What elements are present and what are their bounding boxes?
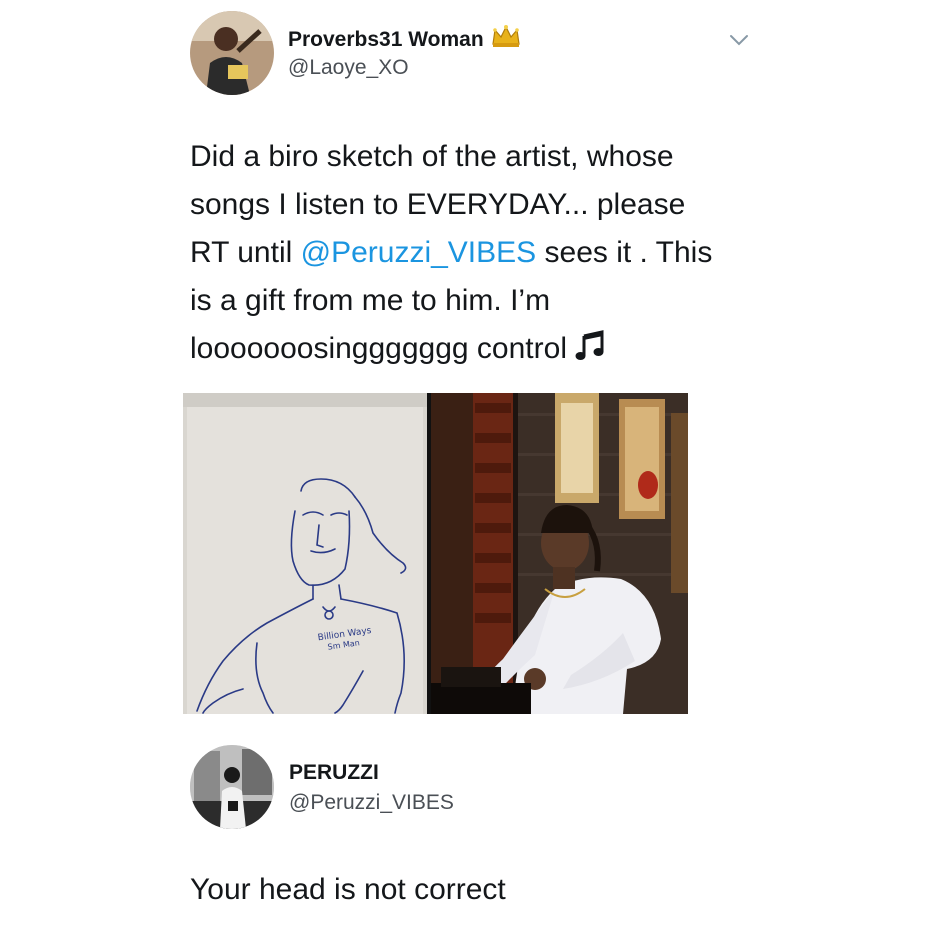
author-handle[interactable]: @Laoye_XO xyxy=(288,55,409,81)
crown-icon xyxy=(491,24,521,55)
music-note-icon xyxy=(575,329,605,377)
chevron-down-icon[interactable] xyxy=(727,28,751,52)
tweet-text-segment: sees it . This xyxy=(536,236,713,269)
tweet: Proverbs31 Woman @Laoye_XO Did a biro sk… xyxy=(0,0,950,740)
tweet-text-line: RT until @Peruzzi_VIBES sees it . This xyxy=(190,229,790,277)
reply-handle[interactable]: @Peruzzi_VIBES xyxy=(289,790,454,816)
reply-tweet: PERUZZI @Peruzzi_VIBES Your head is not … xyxy=(0,740,950,950)
tweet-text-segment: RT until xyxy=(190,236,301,269)
reply-avatar-image xyxy=(190,745,274,829)
mention-link[interactable]: @Peruzzi_VIBES xyxy=(301,236,537,269)
tweet-text: Did a biro sketch of the artist, whose s… xyxy=(190,133,790,377)
tweet-text-line: Did a biro sketch of the artist, whose xyxy=(190,140,674,173)
tweet-text-segment: looooooosinggggggg control xyxy=(190,332,576,365)
reply-text: Your head is not correct xyxy=(190,873,506,906)
author-name-text: Proverbs31 Woman xyxy=(288,28,484,51)
performer-photo xyxy=(431,393,688,714)
reply-author-avatar[interactable] xyxy=(190,745,274,829)
tweet-text-line: looooooosinggggggg control xyxy=(190,325,790,377)
tweet-text-line: is a gift from me to him. I’m xyxy=(190,284,551,317)
media-divider xyxy=(427,393,431,714)
author-avatar[interactable] xyxy=(190,11,274,95)
tweet-media[interactable]: Billion Ways Sm Man xyxy=(183,393,688,714)
reply-display-name[interactable]: PERUZZI xyxy=(289,760,379,786)
media-images: Billion Ways Sm Man xyxy=(183,393,688,714)
sketch-image: Billion Ways Sm Man xyxy=(183,393,430,714)
author-display-name[interactable]: Proverbs31 Woman xyxy=(288,24,521,55)
avatar-image xyxy=(190,11,274,95)
tweet-text-line: songs I listen to EVERYDAY... please xyxy=(190,188,686,221)
